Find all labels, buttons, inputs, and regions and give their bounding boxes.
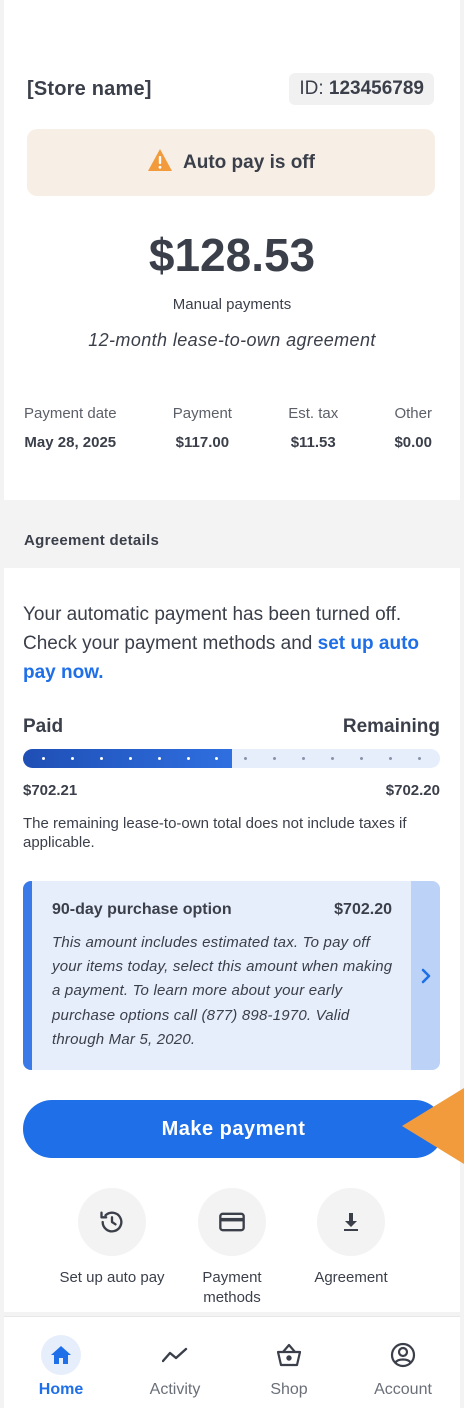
tab-activity[interactable]: Activity — [118, 1317, 232, 1408]
remaining-amount: $702.20 — [385, 782, 440, 799]
progress-dot — [99, 757, 103, 760]
quick-action-label: Set up auto pay — [59, 1269, 165, 1286]
basket-icon — [269, 1335, 309, 1375]
make-payment-button[interactable]: Make payment — [23, 1100, 444, 1158]
progress-dot — [417, 757, 421, 760]
payment-mode: Manual payments — [172, 296, 292, 313]
breakdown-value: May 28, 2025 — [24, 434, 117, 451]
progress-dot — [157, 757, 161, 760]
progress-dot — [331, 757, 335, 760]
lease-total-note: The remaining lease-to-own total does no… — [23, 815, 407, 851]
payoff-progress-bar — [23, 749, 440, 768]
breakdown-label: Other — [394, 405, 432, 422]
download-icon[interactable] — [317, 1188, 385, 1256]
progress-labels: Paid Remaining — [23, 716, 440, 738]
callout-pointer — [402, 1088, 464, 1164]
purchase-option-header: 90-day purchase option $702.20 — [52, 901, 392, 919]
paid-amount: $702.21 — [23, 782, 78, 799]
breakdown-value: $117.00 — [175, 434, 230, 451]
store-id-label: ID: — [299, 78, 324, 99]
progress-dot — [360, 757, 364, 760]
progress-dot — [244, 757, 248, 760]
breakdown-payment-date: Payment date May 28, 2025 — [24, 405, 117, 451]
credit-card-icon[interactable] — [198, 1188, 266, 1256]
progress-dot — [186, 757, 190, 760]
breakdown-label: Payment date — [24, 405, 117, 422]
breakdown-value: $0.00 — [394, 434, 432, 451]
breakdown-tax: Est. tax $11.53 — [288, 405, 338, 451]
amount-due: $128.53 — [148, 229, 316, 281]
autopay-status-text: Auto pay is off — [183, 151, 315, 173]
tab-label: Account — [374, 1381, 432, 1398]
agreement-type: 12-month lease-to-own agreement — [88, 330, 376, 350]
agreement-details-panel: Your automatic payment has been turned o… — [4, 568, 460, 1312]
quick-action-agreement[interactable]: Agreement — [291, 1188, 411, 1288]
chevron-right-icon[interactable] — [411, 881, 440, 1070]
purchase-option-card[interactable]: 90-day purchase option $702.20 This amou… — [23, 881, 440, 1070]
progress-dot — [128, 757, 132, 760]
warning-icon — [147, 148, 173, 177]
store-id-badge: ID: 123456789 — [289, 73, 434, 105]
store-id-value: 123456789 — [328, 78, 424, 99]
progress-dot — [389, 757, 393, 760]
paid-label: Paid — [23, 716, 64, 737]
bottom-tab-bar: Home Activity Shop Account — [4, 1316, 460, 1408]
progress-dot — [302, 757, 306, 760]
payment-breakdown: Payment date May 28, 2025 Payment $117.0… — [24, 405, 432, 451]
breakdown-label: Payment — [172, 405, 232, 422]
home-icon — [41, 1335, 81, 1375]
quick-action-label: Payment methods — [202, 1269, 262, 1306]
purchase-option-description: This amount includes estimated tax. To p… — [52, 934, 393, 1048]
section-title-agreement-details: Agreement details — [24, 532, 160, 549]
breakdown-value: $11.53 — [290, 434, 336, 451]
progress-dot — [70, 757, 74, 760]
remaining-label: Remaining — [342, 716, 440, 737]
tab-shop[interactable]: Shop — [232, 1317, 346, 1408]
tab-account[interactable]: Account — [346, 1317, 460, 1408]
progress-dot — [273, 757, 277, 760]
quick-action-label: Agreement — [314, 1269, 388, 1286]
store-name: [Store name] — [27, 77, 152, 100]
quick-action-payment-methods[interactable]: Payment methods — [172, 1188, 292, 1308]
progress-dots — [23, 749, 440, 768]
progress-amounts: $702.21 $702.20 — [23, 782, 440, 799]
quick-action-autopay[interactable]: Set up auto pay — [52, 1188, 172, 1288]
tab-home[interactable]: Home — [4, 1317, 118, 1408]
activity-icon — [155, 1335, 195, 1375]
purchase-option-amount: $702.20 — [334, 901, 392, 918]
history-icon[interactable] — [78, 1188, 146, 1256]
tab-label: Home — [38, 1381, 84, 1398]
summary-card: [Store name] ID: 123456789 Auto pay is o… — [4, 0, 460, 500]
breakdown-other: Other $0.00 — [394, 405, 432, 451]
breakdown-label: Est. tax — [288, 405, 339, 422]
tab-label: Activity — [149, 1381, 201, 1398]
purchase-option-title: 90-day purchase option — [52, 901, 232, 918]
progress-dot — [41, 757, 45, 760]
account-icon — [383, 1335, 423, 1375]
breakdown-payment: Payment $117.00 — [173, 405, 232, 451]
progress-dot — [215, 757, 219, 760]
autopay-status-banner: Auto pay is off — [27, 129, 435, 196]
autopay-off-message: Your automatic payment has been turned o… — [23, 600, 446, 687]
store-header: [Store name] ID: 123456789 — [27, 72, 434, 106]
tab-label: Shop — [270, 1381, 308, 1398]
